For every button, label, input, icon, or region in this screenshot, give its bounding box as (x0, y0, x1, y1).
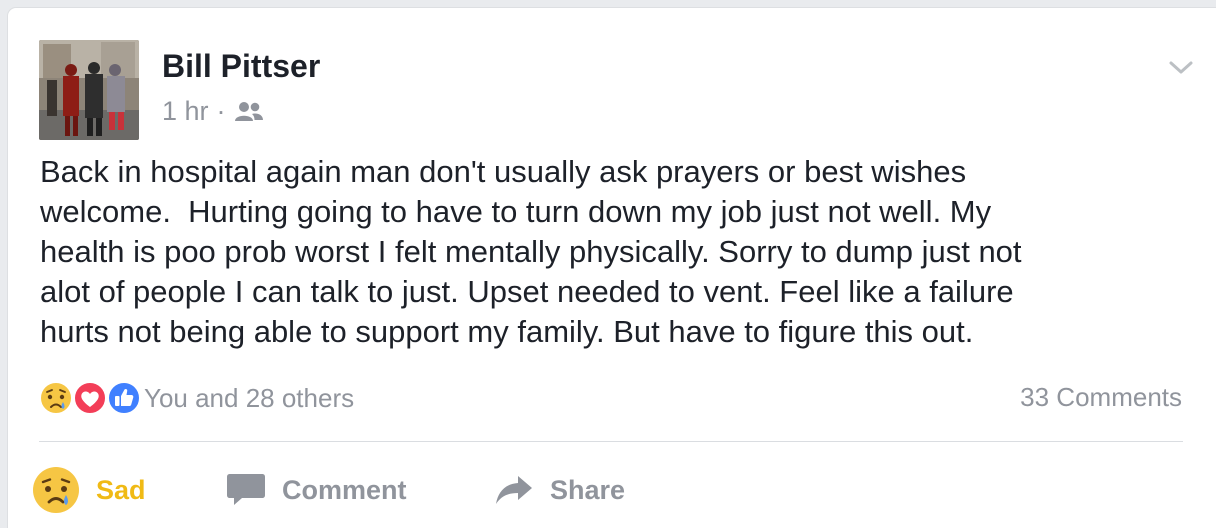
reaction-summary[interactable]: You and 28 others (38, 380, 354, 416)
share-button[interactable]: Share (494, 462, 625, 518)
share-label: Share (550, 474, 626, 505)
post-meta: 1 hr · (162, 96, 264, 127)
post-text: Back in hospital again man don't usually… (40, 154, 1022, 349)
action-bar: Sad Comment Share (32, 462, 1212, 522)
sad-reaction-icon (38, 380, 74, 421)
post-card: Bill Pittser 1 hr · Back in hospital aga… (8, 8, 1216, 528)
chevron-down-icon[interactable] (1168, 58, 1194, 78)
avatar[interactable] (39, 40, 139, 140)
sad-reaction-button[interactable]: Sad (32, 462, 146, 518)
love-reaction-icon (72, 380, 108, 421)
comment-icon (226, 472, 266, 508)
comment-button[interactable]: Comment (226, 462, 407, 518)
share-icon (494, 472, 534, 508)
like-reaction-icon (106, 380, 142, 421)
sad-face-icon (32, 466, 80, 514)
sad-label: Sad (96, 474, 146, 505)
reaction-count: You and 28 others (144, 382, 355, 413)
friends-icon[interactable] (234, 101, 264, 123)
comments-count-link[interactable]: 33 Comments (1020, 382, 1182, 413)
post-timestamp[interactable]: 1 hr (162, 96, 209, 127)
divider (39, 441, 1183, 442)
comment-label: Comment (282, 474, 407, 505)
reaction-icons (38, 380, 144, 416)
meta-separator: · (216, 96, 226, 126)
author-name[interactable]: Bill Pittser (162, 48, 320, 85)
